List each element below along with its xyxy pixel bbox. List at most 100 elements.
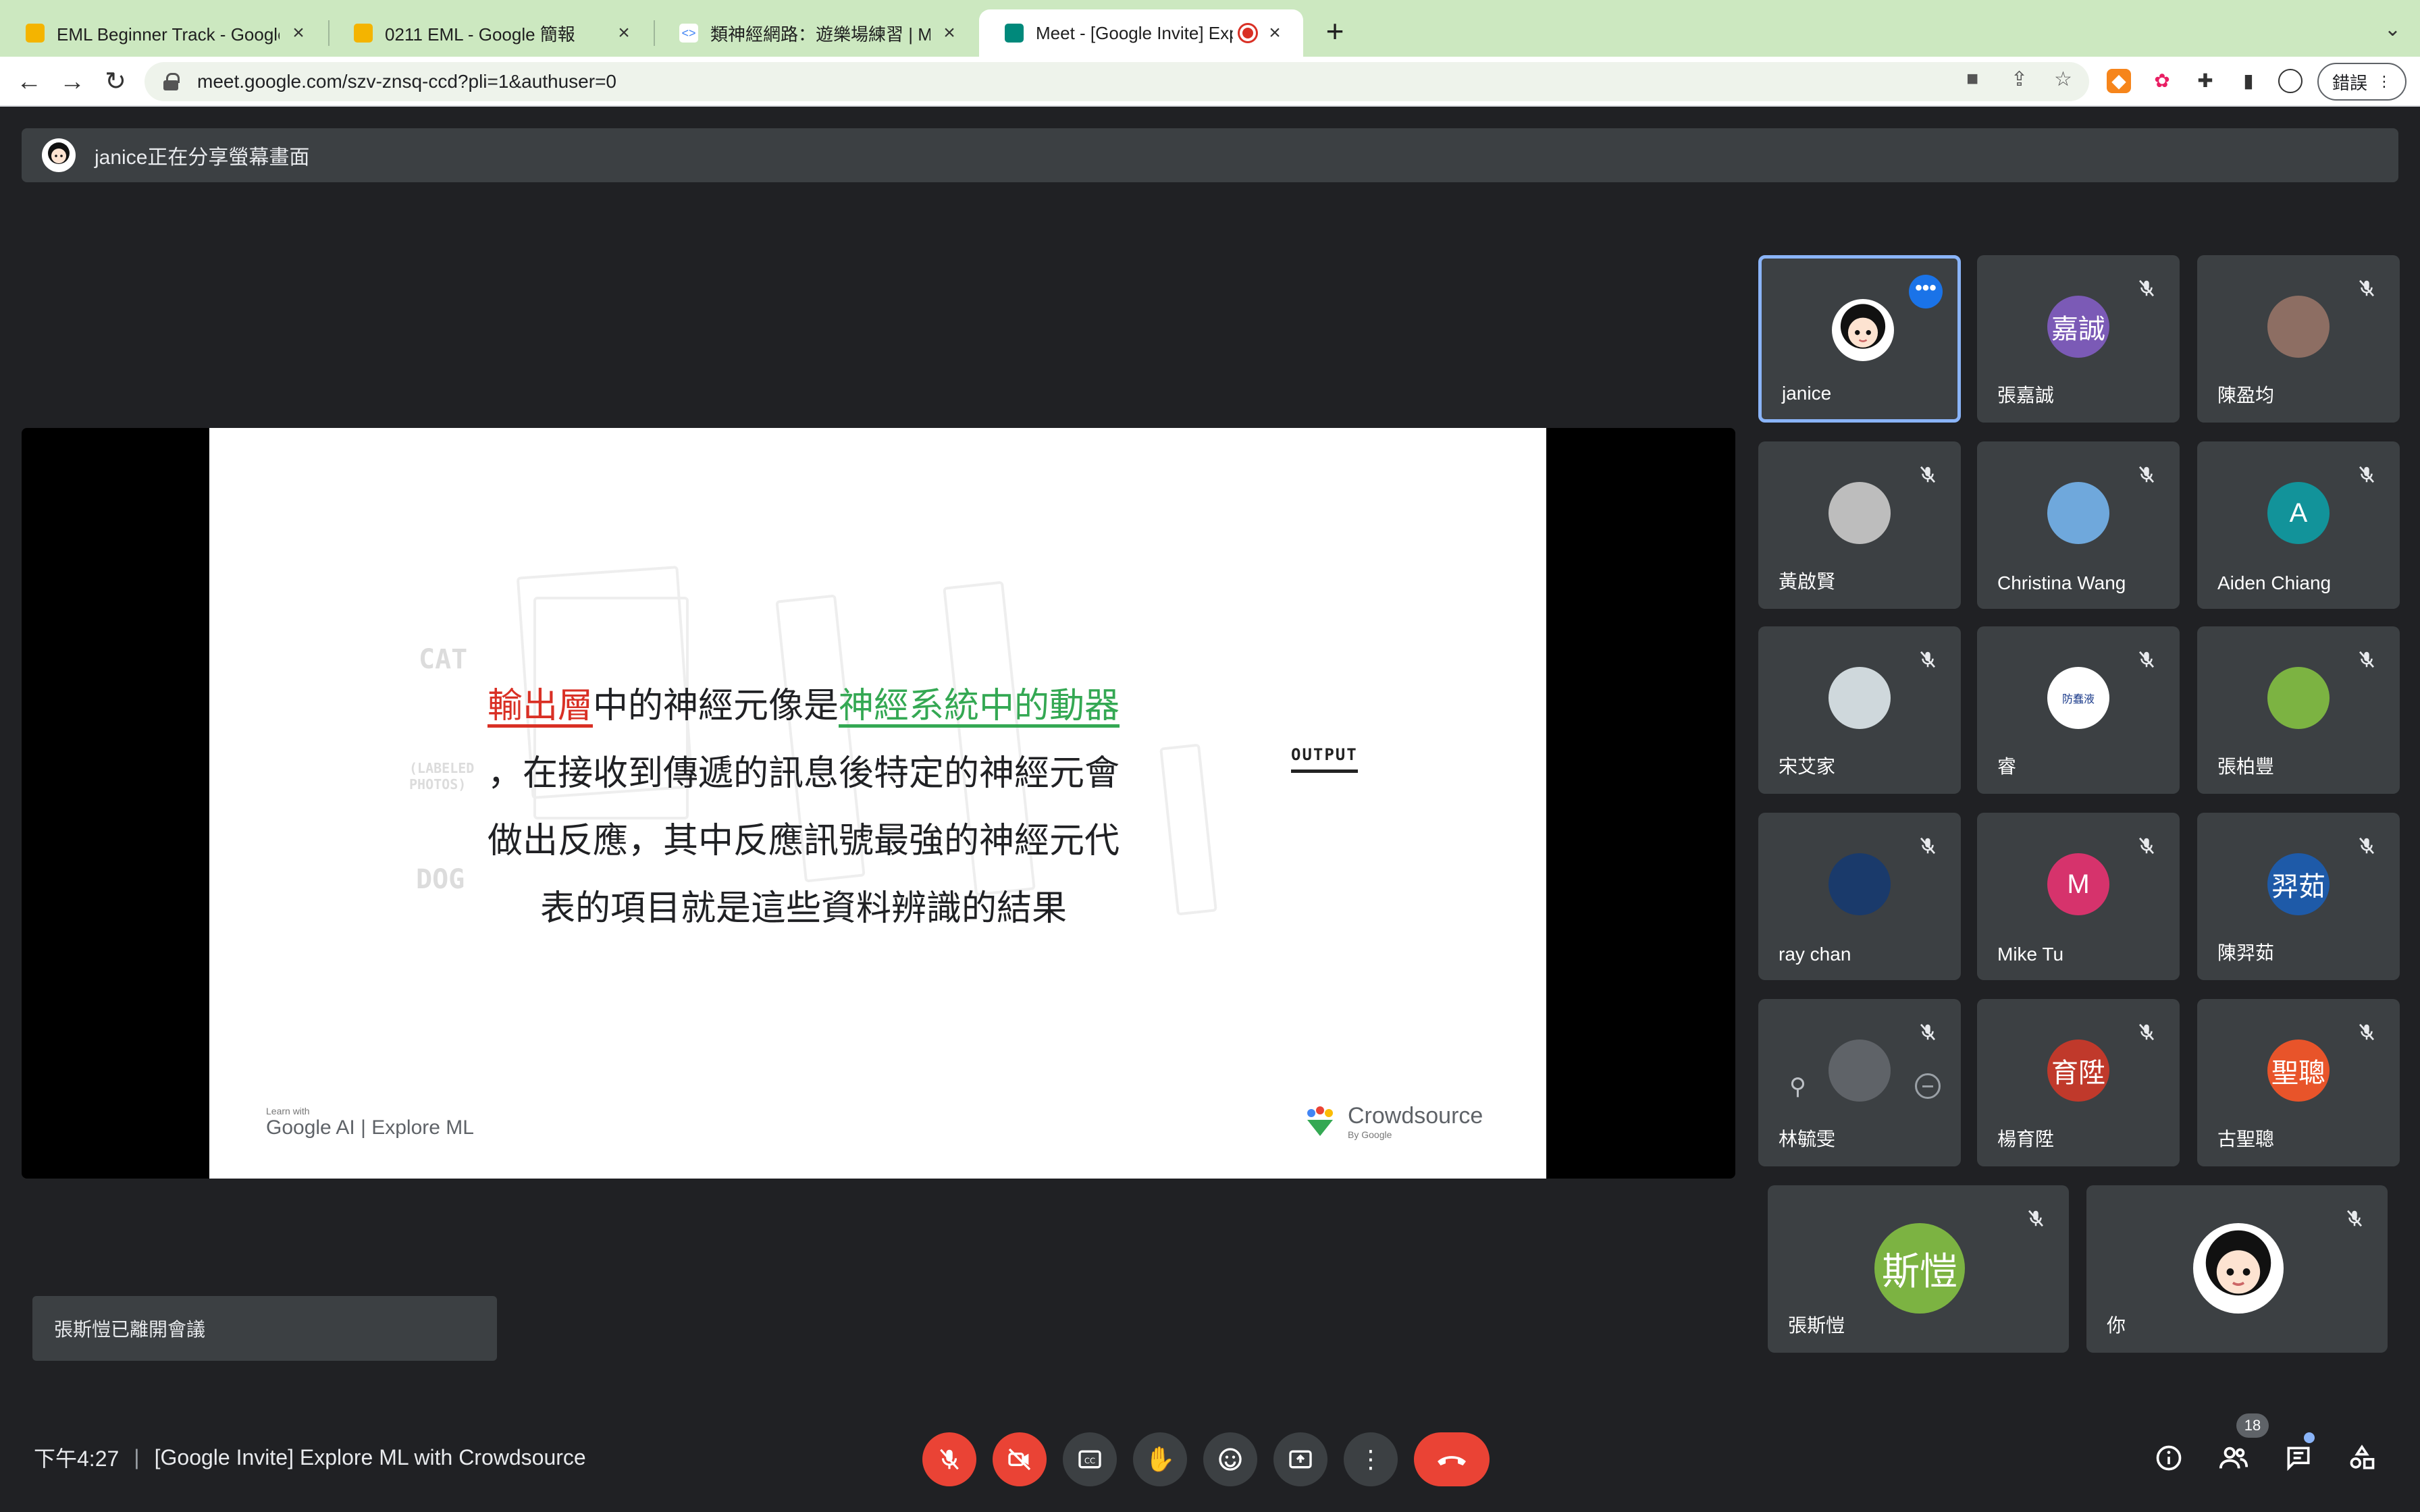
metamask-extension-icon[interactable]: ◆ bbox=[2107, 69, 2131, 93]
remove-participant-icon[interactable] bbox=[1915, 1073, 1941, 1099]
participant-avatar: 育陞 bbox=[2047, 1040, 2109, 1102]
participant-tile[interactable]: 羿茹陳羿茹 bbox=[2197, 813, 2400, 980]
tab-search-icon[interactable]: ⌄ bbox=[2384, 18, 2401, 41]
participant-avatar bbox=[2047, 482, 2109, 544]
reactions-button[interactable] bbox=[1203, 1432, 1257, 1486]
shared-screen: CAT (LABELED PHOTOS) DOG 輸出層中的神經元像是神經系統中… bbox=[22, 428, 1735, 1179]
browser-tab[interactable]: EML Beginner Track - Google 簡 × bbox=[0, 9, 327, 57]
url-text: meet.google.com/szv-znsq-ccd?pli=1&authu… bbox=[197, 71, 617, 92]
browser-tab[interactable]: <> 類神經網路：遊樂場練習 | Machine × bbox=[654, 9, 978, 57]
side-panel-icon[interactable]: ▮ bbox=[2236, 69, 2261, 93]
participant-tile[interactable]: ray chan bbox=[1758, 813, 1961, 980]
muted-mic-icon bbox=[2026, 1208, 2046, 1228]
muted-mic-icon bbox=[2357, 836, 2377, 856]
slide-line-2: ，在接收到傳遞的訊息後特定的神經元會 bbox=[487, 753, 1120, 794]
meeting-details-button[interactable] bbox=[2149, 1438, 2189, 1478]
camera-blocked-icon[interactable]: ■ bbox=[1966, 68, 1978, 90]
more-options-icon[interactable]: ••• bbox=[1909, 275, 1943, 308]
captions-button[interactable]: CC bbox=[1063, 1432, 1117, 1486]
tab-close-icon[interactable]: × bbox=[940, 22, 959, 45]
participant-tile[interactable]: 聖聰 古聖聰 bbox=[2197, 999, 2400, 1166]
participant-tile[interactable]: A Aiden Chiang bbox=[2197, 441, 2400, 609]
tab-close-icon[interactable]: × bbox=[1265, 22, 1284, 45]
participant-name: 睿 bbox=[1997, 756, 2017, 777]
participant-name: Christina Wang bbox=[1997, 572, 2126, 593]
participant-tile[interactable]: Christina Wang bbox=[1977, 441, 2180, 609]
error-button[interactable]: 錯誤 ⋮ bbox=[2317, 63, 2406, 101]
participant-tile[interactable]: 宋艾家 bbox=[1758, 626, 1961, 794]
participant-left-toast: 張斯愷已離開會議 bbox=[32, 1296, 497, 1361]
mic-off-icon bbox=[940, 1449, 959, 1470]
nervous-system-term: 神經系統中的動器 bbox=[839, 686, 1120, 726]
closed-captions-icon: CC bbox=[1078, 1450, 1101, 1469]
participant-tile[interactable]: 陳盈均 bbox=[2197, 255, 2400, 423]
share-icon[interactable]: ⇪ bbox=[2011, 68, 2028, 91]
participant-tile[interactable]: 防蠢液睿 bbox=[1977, 626, 2180, 794]
muted-mic-icon bbox=[2136, 464, 2157, 485]
participant-tile[interactable]: 你 bbox=[2086, 1185, 2388, 1353]
participant-name: 張嘉誠 bbox=[1997, 385, 2055, 406]
reload-button[interactable]: ↻ bbox=[99, 65, 132, 99]
browser-tab-strip: EML Beginner Track - Google 簡 × 0211 EML… bbox=[0, 0, 2420, 57]
crowdsource-logo: Crowdsource By Google bbox=[1302, 1103, 1483, 1140]
clock-text: 下午4:27 bbox=[34, 1447, 120, 1471]
participant-name: Mike Tu bbox=[1997, 944, 2064, 965]
participant-avatar bbox=[2193, 1223, 2284, 1314]
participant-name: janice bbox=[1782, 383, 1832, 404]
divider: | bbox=[134, 1444, 140, 1469]
participant-tile[interactable]: 斯愷 張斯愷 bbox=[1768, 1185, 2069, 1353]
mic-off-button[interactable] bbox=[922, 1432, 976, 1486]
participant-tile[interactable]: 育陞 楊育陞 bbox=[1977, 999, 2180, 1166]
output-layer-term: 輸出層 bbox=[487, 686, 593, 726]
meet-favicon-icon bbox=[1005, 24, 1024, 43]
chat-button[interactable] bbox=[2278, 1438, 2319, 1478]
unread-chat-dot bbox=[2304, 1432, 2315, 1443]
pin-icon[interactable]: ⚲ bbox=[1789, 1073, 1806, 1100]
info-icon bbox=[2156, 1445, 2182, 1471]
participant-name: 林毓雯 bbox=[1779, 1129, 1836, 1150]
tab-close-icon[interactable]: × bbox=[614, 22, 633, 45]
participant-tile[interactable]: M Mike Tu bbox=[1977, 813, 2180, 980]
screen-share-banner: janice正在分享螢幕畫面 bbox=[22, 128, 2398, 182]
participant-avatar: 羿茹 bbox=[2267, 853, 2330, 915]
participant-tile[interactable]: 林毓雯 ⚲ bbox=[1758, 999, 1961, 1166]
profile-avatar[interactable] bbox=[2278, 69, 2303, 93]
back-button[interactable]: ← bbox=[12, 65, 46, 99]
slide-line-3: 做出反應，其中反應訊號最強的神經元代 bbox=[487, 821, 1120, 861]
slide-body-text: 輸出層中的神經元像是神經系統中的動器 ，在接收到傳遞的訊息後特定的神經元會 做出… bbox=[466, 672, 1141, 942]
muted-mic-icon bbox=[2136, 836, 2157, 856]
bookmark-star-icon[interactable]: ☆ bbox=[2054, 68, 2072, 91]
participant-name: 陳羿茹 bbox=[2217, 942, 2275, 963]
new-tab-button[interactable]: + bbox=[1318, 15, 1352, 49]
extensions-puzzle-icon[interactable]: ✚ bbox=[2193, 69, 2217, 93]
ghost-dog-label: DOG bbox=[416, 864, 465, 895]
participant-tile[interactable]: 張柏豐 bbox=[2197, 626, 2400, 794]
tab-close-icon[interactable]: × bbox=[289, 22, 308, 45]
participant-tile[interactable]: 黃啟賢 bbox=[1758, 441, 1961, 609]
activities-button[interactable] bbox=[2342, 1438, 2382, 1478]
output-label: OUTPUT bbox=[1291, 745, 1358, 773]
more-options-button[interactable]: ⋮ bbox=[1344, 1432, 1398, 1486]
browser-tab[interactable]: 0211 EML - Google 簡報 × bbox=[328, 9, 652, 57]
chat-icon bbox=[2287, 1447, 2310, 1472]
google-ai-logo: Learn with Google AI | Explore ML bbox=[266, 1106, 474, 1139]
share-banner-text: janice正在分享螢幕畫面 bbox=[95, 146, 310, 169]
participant-name: ray chan bbox=[1779, 944, 1851, 965]
camera-off-button[interactable] bbox=[993, 1432, 1047, 1486]
ghost-layer-card bbox=[1159, 743, 1217, 916]
muted-mic-icon bbox=[2357, 649, 2377, 670]
crowdsource-icon bbox=[1307, 1106, 1333, 1136]
meeting-title[interactable]: [Google Invite] Explore ML with Crowdsou… bbox=[155, 1445, 586, 1470]
address-bar[interactable]: meet.google.com/szv-znsq-ccd?pli=1&authu… bbox=[144, 62, 2089, 101]
participant-avatar: 嘉誠 bbox=[2047, 296, 2109, 358]
present-button[interactable] bbox=[1273, 1432, 1327, 1486]
forward-button[interactable]: → bbox=[55, 65, 89, 99]
extension-icon[interactable]: ✿ bbox=[2150, 69, 2174, 93]
participant-tile[interactable]: 嘉誠張嘉誠 bbox=[1977, 255, 2180, 423]
raise-hand-button[interactable]: ✋ bbox=[1133, 1432, 1187, 1486]
participant-tile[interactable]: janice ••• bbox=[1758, 255, 1961, 423]
people-button[interactable] bbox=[2213, 1438, 2254, 1478]
leave-call-button[interactable] bbox=[1414, 1432, 1490, 1486]
browser-tab-active[interactable]: Meet - [Google Invite] Explore × bbox=[979, 9, 1303, 57]
muted-mic-icon bbox=[1918, 836, 1938, 856]
